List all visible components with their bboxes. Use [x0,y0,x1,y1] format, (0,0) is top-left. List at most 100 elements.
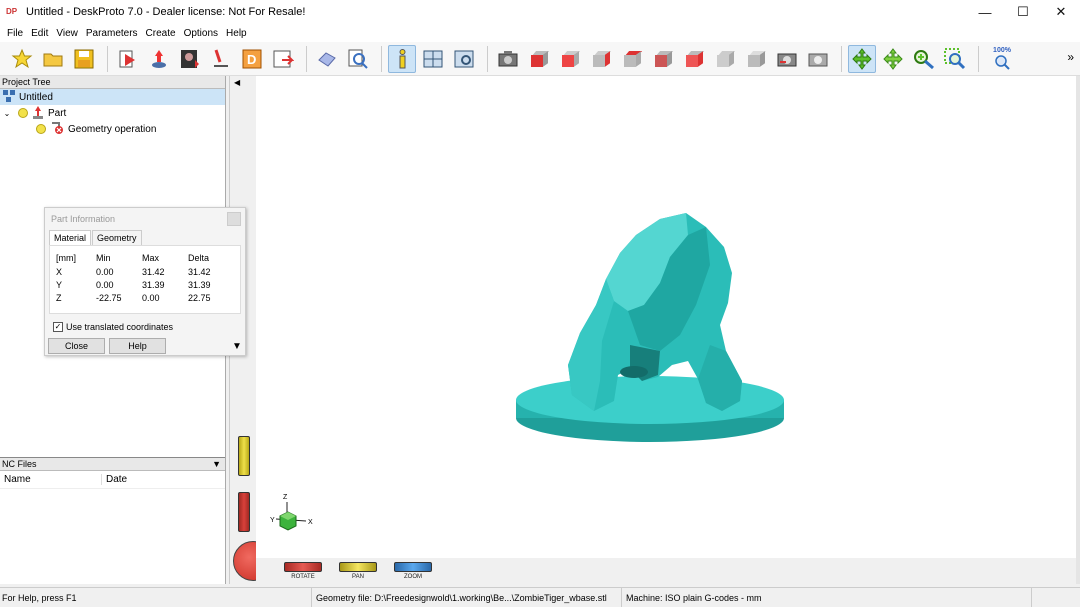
column-date[interactable]: Date [102,474,127,485]
row-delta: 31.39 [188,280,211,290]
dialog-title-bar[interactable]: Part Information [45,208,245,230]
info-icon[interactable] [388,44,416,73]
pan-knob[interactable] [238,436,250,476]
app-icon: DP [6,7,18,16]
chevron-down-icon[interactable]: ⌄ [2,109,12,118]
tab-material[interactable]: Material [49,230,92,245]
axis-y-label: Y [270,517,275,524]
menu-file[interactable]: File [7,28,23,39]
row-axis: Y [56,280,63,290]
close-button[interactable]: Close [48,338,105,354]
import-dxf-icon[interactable]: D [238,45,266,73]
title-bar: DP Untitled - DeskProto 7.0 - Dealer lic… [0,0,1080,24]
toolbar-separator [306,45,307,72]
rotate-knob[interactable] [238,492,250,532]
menu-parameters[interactable]: Parameters [86,28,138,39]
view-left-icon[interactable] [680,45,708,73]
tree-item-root[interactable]: Untitled [0,89,225,105]
view-iso-icon[interactable] [525,45,553,73]
zoom-window-icon[interactable] [941,45,969,73]
view-front-icon[interactable] [556,45,584,73]
row-axis: X [56,267,63,277]
import-bitmap-icon[interactable] [176,45,204,73]
rotate-view-icon[interactable] [848,44,876,73]
row-delta: 31.42 [188,267,211,277]
help-button[interactable]: Help [109,338,166,354]
snapshot-icon[interactable] [804,45,832,73]
export-icon[interactable] [269,45,297,73]
preview-icon[interactable] [344,45,372,73]
view-top-icon[interactable] [618,45,646,73]
import-geometry-icon[interactable] [114,45,142,73]
header-unit: [mm] [56,253,76,263]
zoom-bar[interactable] [394,562,432,572]
camera-icon[interactable] [494,45,522,73]
expand-icon[interactable]: ▼ [232,341,242,352]
zoom-100-icon[interactable]: 100% [985,45,1019,73]
new-file-icon[interactable] [8,45,36,73]
row-delta: 22.75 [188,293,211,303]
rotate-bar[interactable] [284,562,322,572]
bulb-icon[interactable] [36,124,46,134]
view-shaded-icon[interactable] [742,45,770,73]
part-icon [32,105,44,122]
model-render[interactable] [510,205,790,450]
import-part-icon[interactable] [145,45,173,73]
view-back-icon[interactable] [649,45,677,73]
menu-view[interactable]: View [56,28,78,39]
dropdown-icon[interactable]: ▼ [212,458,221,470]
tree-item-label: Geometry operation [68,123,157,135]
nc-files-header: NC Files ▼ [0,458,225,471]
table-row: Y 0.00 31.39 31.39 [50,280,240,293]
view-window-icon[interactable] [450,45,478,73]
header-min: Min [96,253,111,263]
translated-coords-checkbox-row[interactable]: ✓ Use translated coordinates [53,321,245,332]
zoom-100-label: 100% [993,47,1011,54]
tree-item-label: Untitled [19,91,53,103]
tab-geometry[interactable]: Geometry [92,230,142,245]
menu-options[interactable]: Options [184,28,218,39]
import-vector-icon[interactable] [207,45,235,73]
bulb-icon[interactable] [18,108,28,118]
row-max: 0.00 [142,293,160,303]
pan-bar[interactable] [339,562,377,572]
table-row: X 0.00 31.42 31.42 [50,267,240,280]
zoom-label: ZOOM [404,574,422,580]
status-extra [1032,588,1034,607]
minimize-button[interactable]: — [966,0,1004,24]
collapse-left-icon[interactable]: ◀ [234,78,240,87]
dialog-close-icon[interactable] [227,212,241,226]
close-window-button[interactable]: ✕ [1042,0,1080,24]
tree-item-part[interactable]: ⌄ Part [0,105,225,121]
save-icon[interactable] [70,45,98,73]
pan-view-icon[interactable] [879,45,907,73]
screenshot-icon[interactable] [773,45,801,73]
status-help: For Help, press F1 [0,588,312,607]
nc-files-title: NC Files [2,459,37,469]
viewport-right-edge [1076,76,1080,584]
operation-icon [50,121,64,138]
rotate-label: ROTATE [291,574,315,580]
toolbar-overflow-icon[interactable]: » [1067,50,1074,64]
menu-create[interactable]: Create [146,28,176,39]
tree-item-label: Part [48,107,67,119]
menu-help[interactable]: Help [226,28,247,39]
view-bottom-icon[interactable] [711,45,739,73]
translated-coords-checkbox[interactable]: ✓ [53,321,63,332]
layout-icon[interactable] [419,45,447,73]
open-folder-icon[interactable] [39,45,67,73]
row-max: 31.42 [142,267,165,277]
zoom-in-icon[interactable] [910,45,938,73]
menu-edit[interactable]: Edit [31,28,48,39]
toolbar-separator [841,45,842,72]
axis-triad: Z Y X [270,494,313,531]
part-information-dialog: Part Information Material Geometry [mm] … [44,207,246,356]
view-right-icon[interactable] [587,45,615,73]
erase-icon[interactable] [313,45,341,73]
toolbar-separator [978,45,979,72]
column-name[interactable]: Name [0,474,102,485]
row-max: 31.39 [142,280,165,290]
maximize-button[interactable]: ☐ [1004,0,1042,24]
tree-item-operation[interactable]: Geometry operation [0,121,225,137]
table-row: Z -22.75 0.00 22.75 [50,293,240,306]
